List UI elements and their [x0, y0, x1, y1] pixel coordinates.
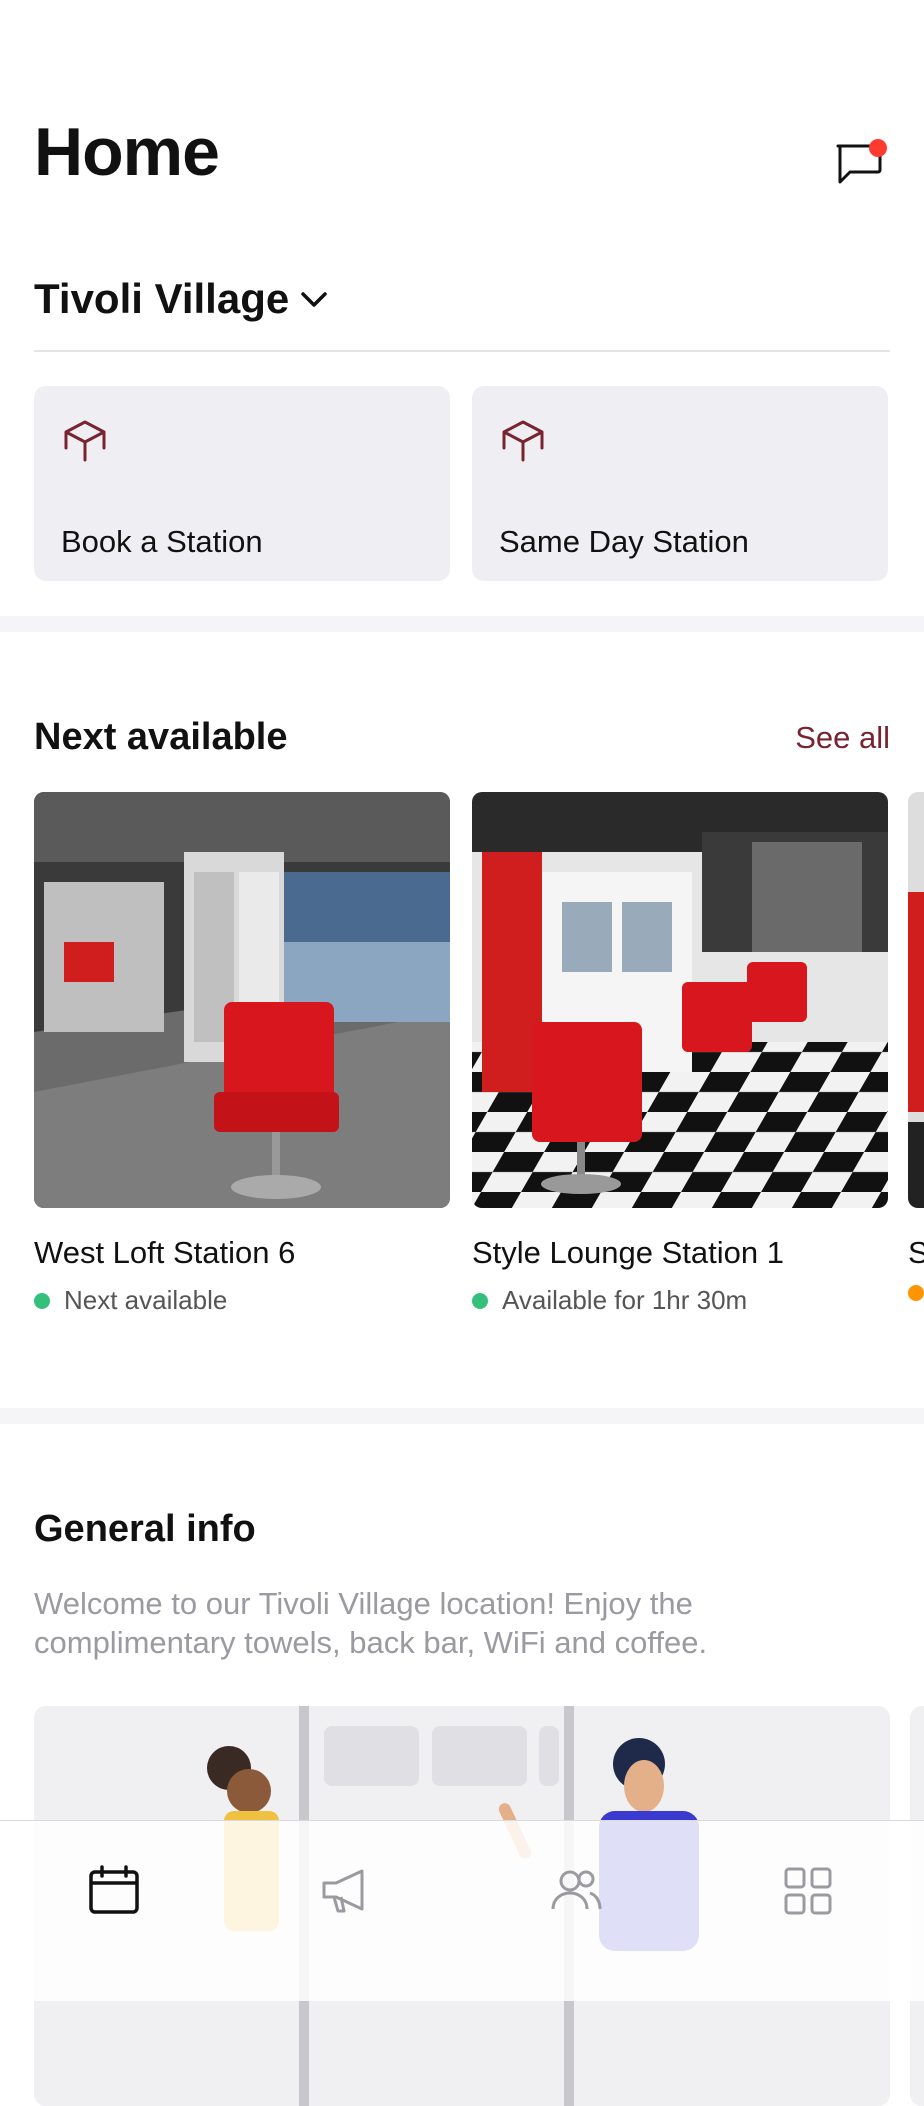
- book-station-label: Book a Station: [61, 524, 263, 559]
- status-dot: [34, 1292, 50, 1309]
- station-name[interactable]: Style Lounge Station 1: [472, 1235, 784, 1271]
- station-card-image[interactable]: [472, 792, 888, 1208]
- chevron-down-icon: [301, 292, 327, 307]
- status-text: Next available: [64, 1285, 228, 1315]
- messages-button[interactable]: [832, 134, 888, 190]
- same-day-station-label: Same Day Station: [499, 524, 749, 559]
- tab-bar: [0, 1820, 924, 2001]
- station-status: Next available: [34, 1285, 227, 1316]
- salon-photo: [472, 792, 888, 1208]
- cube-icon: [64, 420, 106, 462]
- divider: [34, 350, 890, 352]
- message-icon: [836, 139, 887, 184]
- grid-icon: [784, 1867, 832, 1915]
- station-card-image[interactable]: [34, 792, 450, 1208]
- next-available-heading: Next available: [34, 716, 288, 758]
- see-all-link[interactable]: See all: [795, 720, 890, 756]
- salon-photo: [34, 792, 450, 1208]
- cube-icon: [502, 420, 544, 462]
- section-separator: [0, 616, 924, 632]
- salon-photo: [908, 792, 924, 1208]
- station-status: Available for 1hr 30m: [472, 1285, 747, 1316]
- tab-more[interactable]: [768, 1851, 848, 1931]
- station-status: [908, 1285, 924, 1301]
- users-icon: [551, 1870, 602, 1910]
- book-station-button[interactable]: Book a Station: [34, 386, 450, 581]
- general-info-heading: General info: [34, 1508, 256, 1550]
- status-text: Available for 1hr 30m: [502, 1285, 748, 1315]
- station-name[interactable]: S: [908, 1235, 924, 1271]
- tab-calendar[interactable]: [74, 1851, 154, 1931]
- station-name[interactable]: West Loft Station 6: [34, 1235, 295, 1271]
- calendar-icon: [89, 1865, 139, 1914]
- megaphone-icon: [322, 1869, 364, 1913]
- tab-announcements[interactable]: [306, 1851, 386, 1931]
- status-dot: [472, 1292, 488, 1309]
- section-separator: [0, 1408, 924, 1424]
- general-info-text: Welcome to our Tivoli Village location! …: [34, 1586, 708, 1660]
- station-card-image[interactable]: [908, 792, 924, 1208]
- location-selector[interactable]: Tivoli Village: [34, 275, 329, 322]
- location-name: Tivoli Village: [34, 275, 290, 322]
- page-title: Home: [34, 114, 220, 190]
- same-day-station-button[interactable]: Same Day Station: [472, 386, 888, 581]
- tab-people[interactable]: [536, 1851, 616, 1931]
- status-dot: [908, 1285, 924, 1301]
